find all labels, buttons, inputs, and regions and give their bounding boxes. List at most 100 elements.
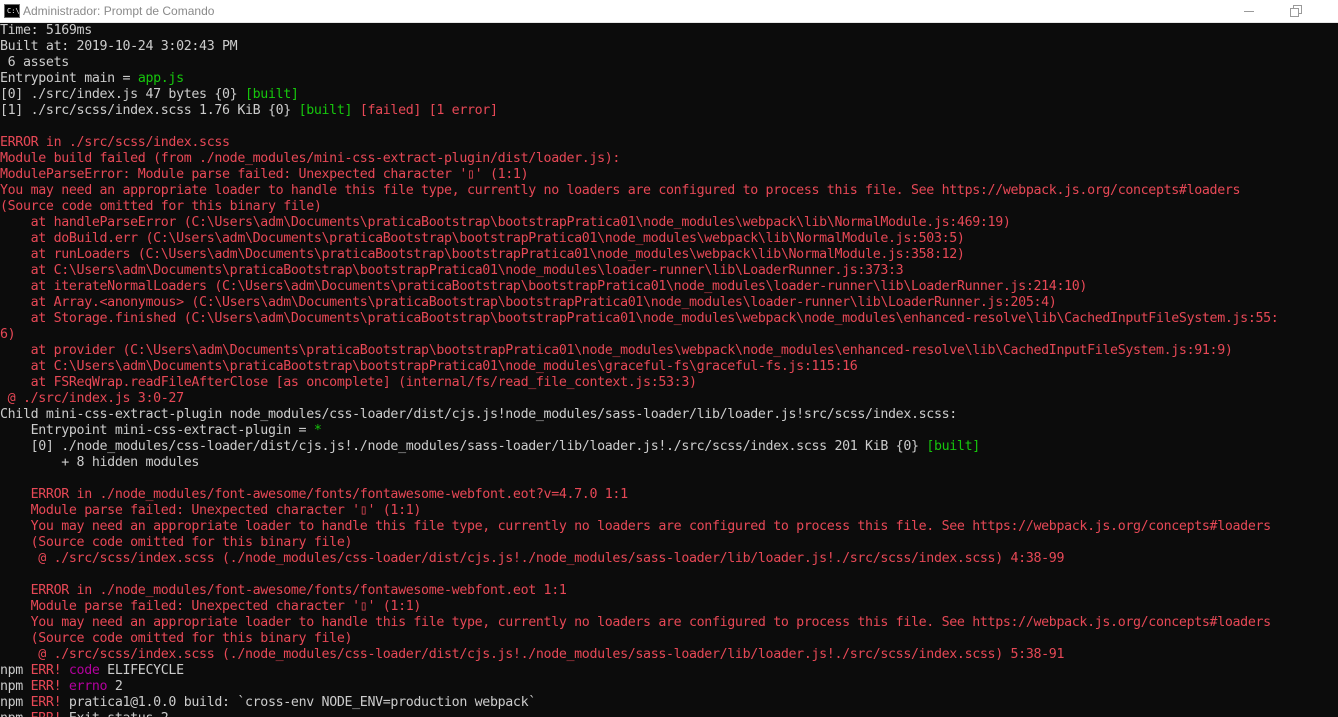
console-text: [1 error] [428,103,498,118]
console-output[interactable]: Time: 5169ms Built at: 2019-10-24 3:02:43… [0,23,1338,717]
console-line: Time: 5169ms [0,23,1338,39]
console-text: ERR! [31,711,62,717]
console-text: (Source code omitted for this binary fil… [0,199,322,214]
console-line: ERROR in ./node_modules/font-awesome/fon… [0,583,1338,599]
console-text: npm [0,711,31,717]
console-text: @ ./src/scss/index.scss (./node_modules/… [0,551,1065,566]
console-text: npm [0,695,31,710]
console-line: at runLoaders (C:\Users\adm\Documents\pr… [0,247,1338,263]
console-line: Module build failed (from ./node_modules… [0,151,1338,167]
command-prompt-window: C:\ Administrador: Prompt de Comando Tim… [0,0,1338,717]
cmd-icon[interactable]: C:\ [4,4,20,18]
console-text: ERR! [30,679,62,694]
minimize-button[interactable] [1226,0,1272,22]
console-line: at iterateNormalLoaders (C:\Users\adm\Do… [0,279,1338,295]
console-text: ERR! [30,695,62,710]
console-text: 2 [107,679,123,694]
console-line: npm ERR! errno 2 [0,679,1338,695]
console-line: (Source code omitted for this binary fil… [0,631,1338,647]
console-line: npm ERR! code ELIFECYCLE [0,663,1338,679]
console-text: at doBuild.err (C:\Users\adm\Documents\p… [0,231,965,246]
console-line: at handleParseError (C:\Users\adm\Docume… [0,215,1338,231]
console-line: @ ./src/scss/index.scss (./node_modules/… [0,647,1338,663]
console-line: (Source code omitted for this binary fil… [0,199,1338,215]
console-line: 6 assets [0,55,1338,71]
console-text: at provider (C:\Users\adm\Documents\prat… [0,343,1233,358]
console-text: app.js [137,71,184,86]
console-line: Module parse failed: Unexpected characte… [0,503,1338,519]
console-line: [0] ./node_modules/css-loader/dist/cjs.j… [0,439,1338,455]
console-text: at Array.<anonymous> (C:\Users\adm\Docum… [0,295,1057,310]
console-line: at Storage.finished (C:\Users\adm\Docume… [0,311,1338,327]
console-line: at doBuild.err (C:\Users\adm\Documents\p… [0,231,1338,247]
console-text: ERROR in ./node_modules/font-awesome/fon… [0,583,567,598]
close-button[interactable] [1318,0,1338,22]
console-text: ELIFECYCLE [99,663,184,678]
console-line: You may need an appropriate loader to ha… [0,519,1338,535]
restore-button[interactable] [1272,0,1318,22]
console-text: Exit status 2 [61,711,169,717]
console-text: Built at: 2019-10-24 3:02:43 PM [0,39,238,54]
console-line: ERROR in ./node_modules/font-awesome/fon… [0,487,1338,503]
console-text: [1] ./src/scss/index.scss 1.76 KiB {0} [0,103,299,118]
cmd-icon-label: C:\ [7,7,20,15]
console-line: @ ./src/scss/index.scss (./node_modules/… [0,551,1338,567]
console-line: ModuleParseError: Module parse failed: U… [0,167,1338,183]
console-text: at C:\Users\adm\Documents\praticaBootstr… [0,359,858,374]
console-text: [failed] [359,103,422,118]
console-text: pratica1@1.0.0 build: `cross-env NODE_EN… [61,695,536,710]
console-text: ERR! [30,663,62,678]
console-line: at Array.<anonymous> (C:\Users\adm\Docum… [0,295,1338,311]
console-text: + 8 hidden modules [0,455,200,470]
console-text: at C:\Users\adm\Documents\praticaBootstr… [0,263,904,278]
console-text: [built] [298,103,353,118]
console-line: [1] ./src/scss/index.scss 1.76 KiB {0} [… [0,103,1338,119]
console-line: Entrypoint mini-css-extract-plugin = * [0,423,1338,439]
console-text: npm [0,663,31,678]
console-text: (Source code omitted for this binary fil… [0,535,353,550]
console-text: ModuleParseError: Module parse failed: U… [0,167,529,182]
console-text: @ ./src/index.js 3:0-27 [0,391,184,406]
console-text: [built] [926,439,980,454]
console-text: code [68,663,100,678]
console-text: [0] ./node_modules/css-loader/dist/cjs.j… [0,439,927,454]
console-text: @ ./src/scss/index.scss (./node_modules/… [0,647,1065,662]
console-text: Entrypoint mini-css-extract-plugin = [0,423,314,438]
console-text: Time: 5169ms [0,23,92,38]
console-text: Module parse failed: Unexpected characte… [0,503,422,518]
console-text: errno [68,679,108,694]
console-text: Entrypoint main = [0,71,138,86]
console-text: at runLoaders (C:\Users\adm\Documents\pr… [0,247,965,262]
console-text: at iterateNormalLoaders (C:\Users\adm\Do… [0,279,1088,294]
console-line: + 8 hidden modules [0,455,1338,471]
console-line: (Source code omitted for this binary fil… [0,535,1338,551]
console-line: [0] ./src/index.js 47 bytes {0} [built] [0,87,1338,103]
console-text: ERROR in ./node_modules/font-awesome/fon… [0,487,628,502]
console-line: Entrypoint main = app.js [0,71,1338,87]
console-text: 6) [0,327,16,342]
console-text: npm [0,679,31,694]
console-text: Module parse failed: Unexpected characte… [0,599,422,614]
console-text: [0] ./src/index.js 47 bytes {0} [0,87,245,102]
console-line: @ ./src/index.js 3:0-27 [0,391,1338,407]
console-line: ERROR in ./src/scss/index.scss [0,135,1338,151]
console-line: at C:\Users\adm\Documents\praticaBootstr… [0,359,1338,375]
console-text: at Storage.finished (C:\Users\adm\Docume… [0,311,1279,326]
console-line: Module parse failed: Unexpected characte… [0,599,1338,615]
title-bar[interactable]: C:\ Administrador: Prompt de Comando [0,0,1338,23]
console-line: Child mini-css-extract-plugin node_modul… [0,407,1338,423]
console-line: Built at: 2019-10-24 3:02:43 PM [0,39,1338,55]
console-text: (Source code omitted for this binary fil… [0,631,353,646]
console-text: You may need an appropriate loader to ha… [0,519,1272,534]
console-line: npm ERR! pratica1@1.0.0 build: `cross-en… [0,695,1338,711]
console-line: npm ERR! Exit status 2 [0,711,1338,717]
console-text: Module build failed (from ./node_modules… [0,151,621,166]
console-text: [built] [244,87,299,102]
window-title: Administrador: Prompt de Comando [23,4,215,18]
console-line: at C:\Users\adm\Documents\praticaBootstr… [0,263,1338,279]
